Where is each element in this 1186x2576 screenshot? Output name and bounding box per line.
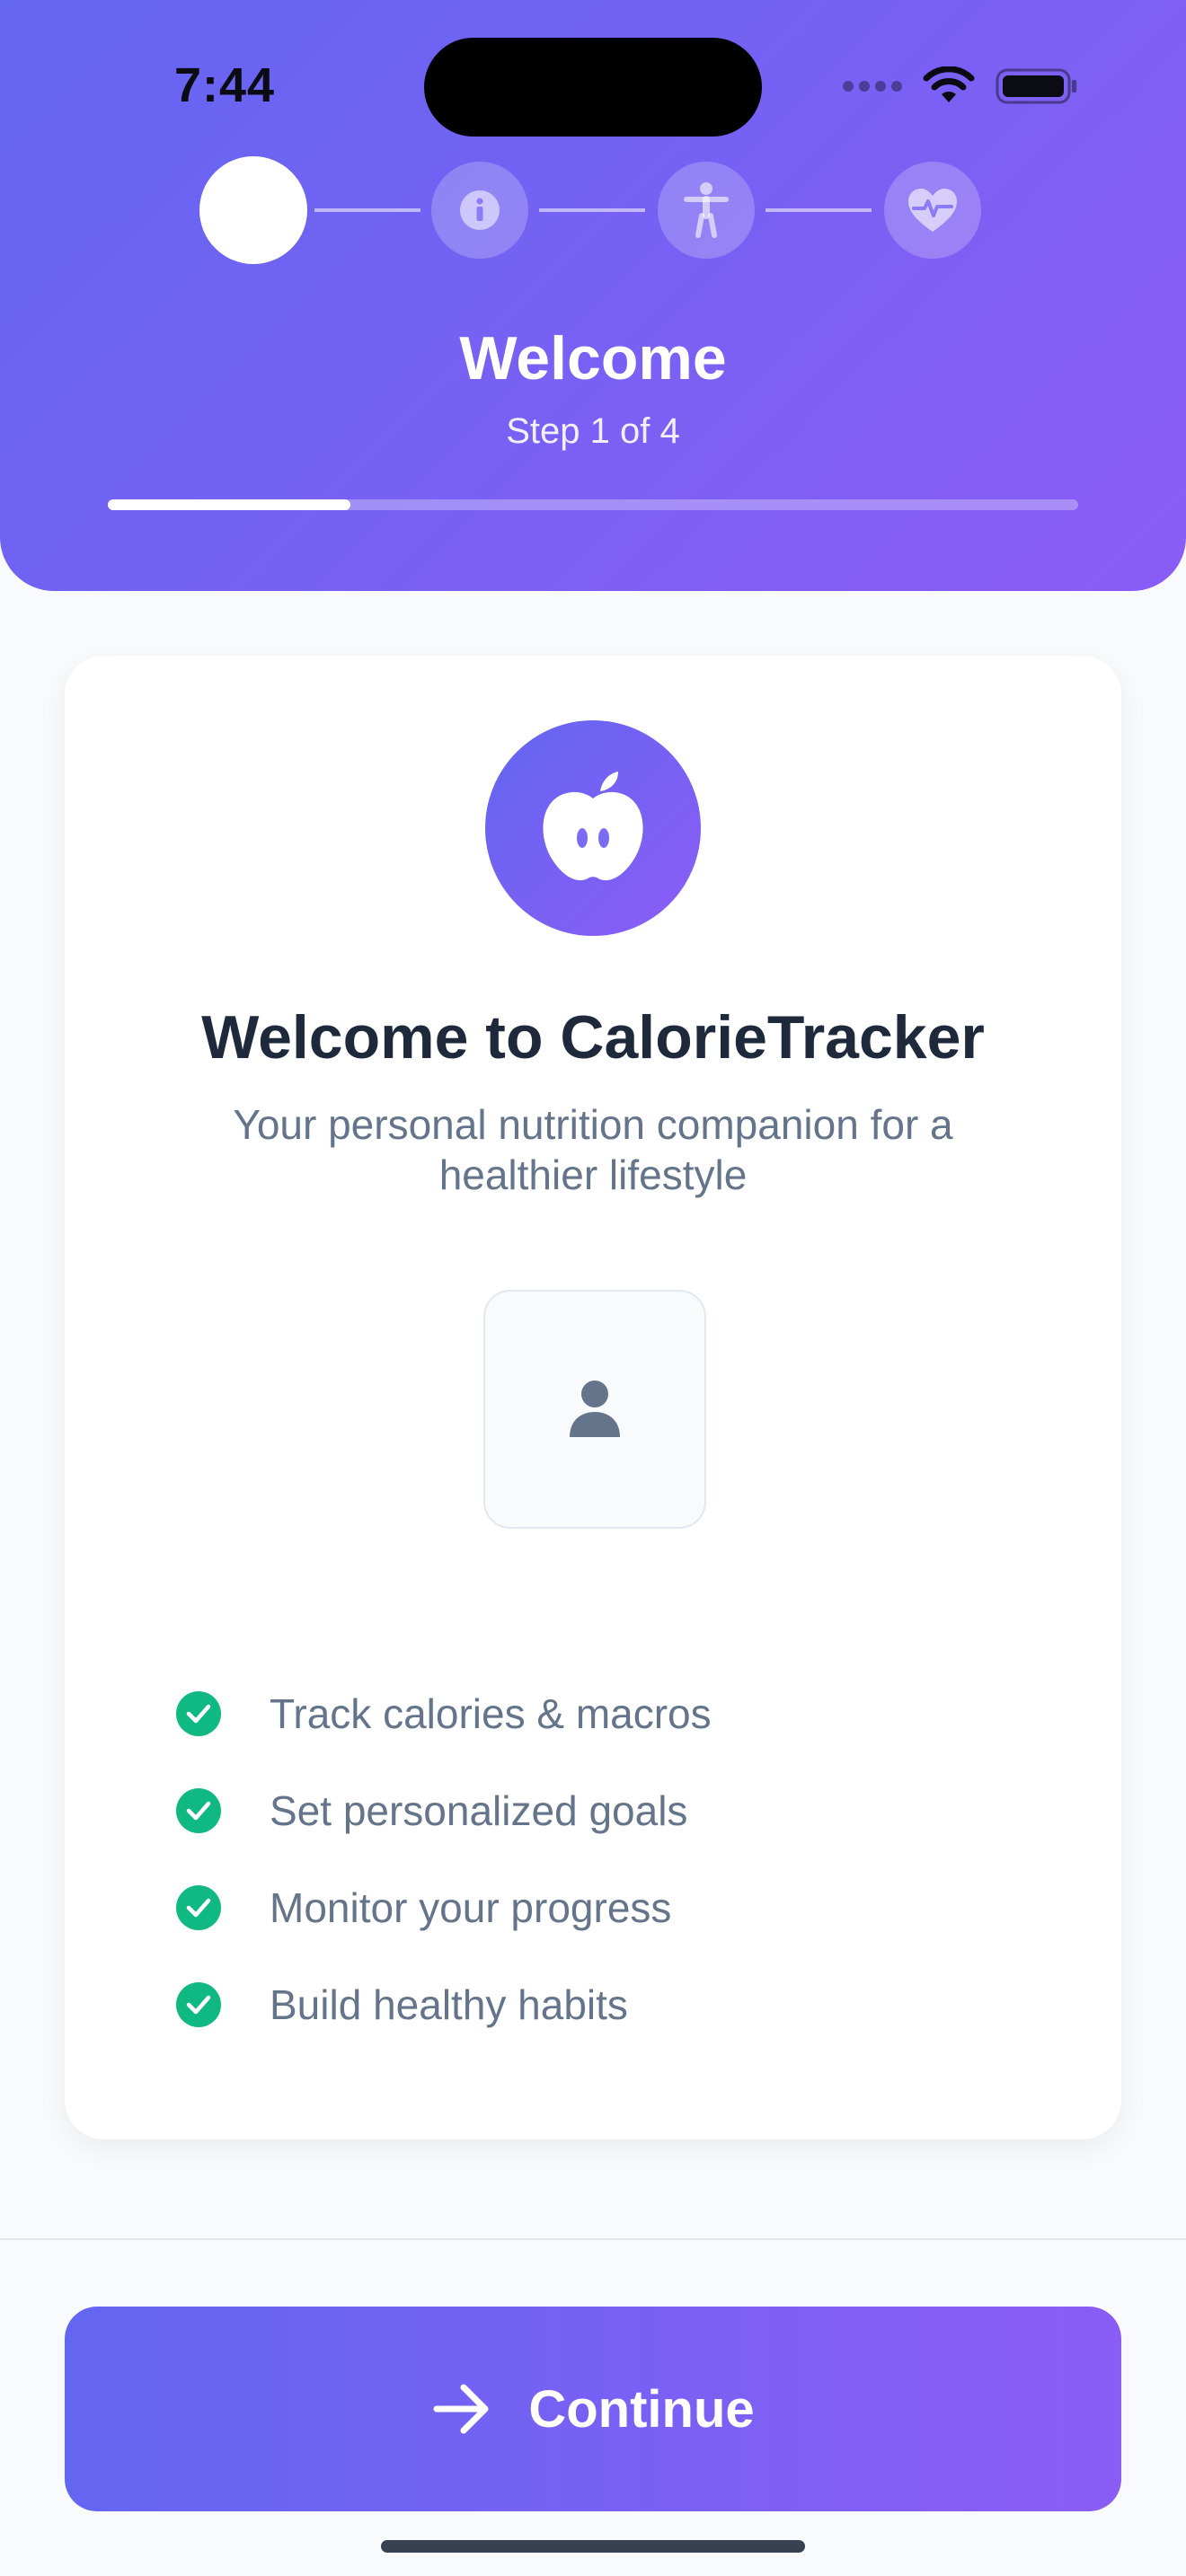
dynamic-island [424,38,762,137]
onboarding-header: 7:44 Welcome Step 1 of 4 [0,0,1186,591]
step-connector [766,208,872,212]
step-connector [314,208,420,212]
footer-divider [0,2238,1186,2240]
step-counter: Step 1 of 4 [506,411,680,451]
step-4-health [884,162,981,259]
person-icon [570,1381,620,1437]
step-indicator [199,156,981,264]
continue-label: Continue [528,2379,755,2439]
feature-label: Build healthy habits [270,1981,628,2028]
check-circle-icon [176,1788,221,1833]
progress-bar [108,499,1078,510]
arrow-right-icon [433,2384,489,2434]
welcome-title: Welcome to CalorieTracker [201,1003,985,1072]
step-1-welcome [199,156,307,264]
step-title: Welcome [459,324,727,393]
continue-button[interactable]: Continue [65,2307,1121,2511]
check-circle-icon [176,1885,221,1930]
person-icon [684,182,729,238]
status-time: 7:44 [174,58,276,112]
welcome-description: Your personal nutrition companion for a … [233,1101,953,1198]
apple-icon [543,772,643,881]
feature-label: Monitor your progress [270,1884,672,1931]
progress-bar-fill [108,499,350,510]
step-2-info [431,162,528,259]
avatar-placeholder [483,1290,706,1529]
step-connector [539,208,645,212]
signal-dots-icon [843,81,902,92]
app-logo [485,720,701,936]
feature-item: Track calories & macros [176,1687,985,1741]
feature-label: Track calories & macros [270,1690,712,1737]
battery-icon [996,68,1076,104]
feature-item: Set personalized goals [176,1784,985,1838]
step-3-body [658,162,755,259]
wifi-icon [923,66,975,102]
home-indicator [381,2540,805,2553]
feature-label: Set personalized goals [270,1787,688,1834]
feature-item: Monitor your progress [176,1881,985,1935]
heart-pulse-icon [908,189,957,232]
check-circle-icon [176,1691,221,1736]
feature-item: Build healthy habits [176,1978,985,2032]
status-icons [843,63,1078,110]
welcome-card: Welcome to CalorieTracker Your personal … [65,656,1121,2139]
info-icon [460,190,500,230]
onboarding-screen: 7:44 Welcome Step 1 of 4 Welcome to Calo… [0,0,1186,2576]
check-circle-icon [176,1982,221,2027]
